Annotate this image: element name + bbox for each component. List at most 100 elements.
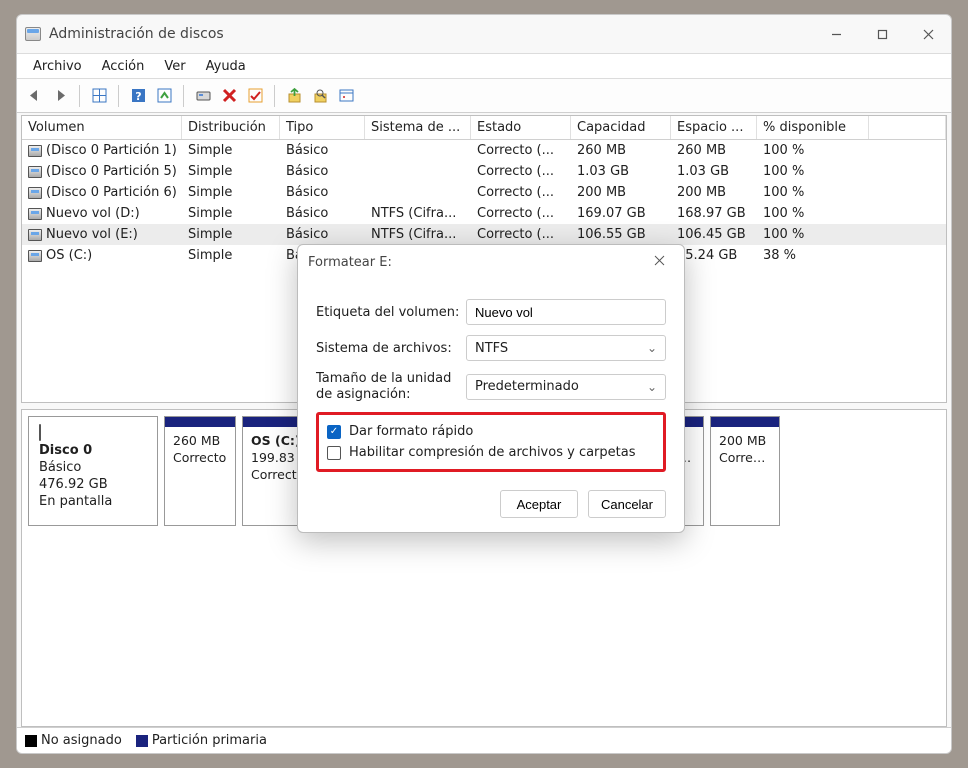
maximize-button[interactable] — [859, 15, 905, 53]
drive-icon — [28, 229, 42, 241]
volume-free: 168.97 GB — [671, 203, 757, 224]
delete-icon[interactable] — [218, 85, 240, 107]
menu-action[interactable]: Acción — [92, 56, 155, 77]
volume-fs: NTFS (Cifra... — [365, 224, 471, 245]
partition-status: Correcto — [173, 450, 227, 465]
col-pct[interactable]: % disponible — [757, 116, 869, 139]
disk-size: 476.92 GB — [39, 477, 147, 492]
checkbox-highlight-group: Dar formato rápido Habilitar compresión … — [316, 412, 666, 472]
volume-layout: Simple — [182, 224, 280, 245]
volume-row[interactable]: Nuevo vol (E:)SimpleBásicoNTFS (Cifra...… — [22, 224, 946, 245]
col-status[interactable]: Estado — [471, 116, 571, 139]
volume-name: (Disco 0 Partición 6) — [46, 185, 177, 200]
col-capacity[interactable]: Capacidad — [571, 116, 671, 139]
volume-free: 1.03 GB — [671, 161, 757, 182]
titlebar: Administración de discos — [17, 15, 951, 53]
volume-type: Básico — [280, 224, 365, 245]
volume-name: Nuevo vol (D:) — [46, 206, 140, 221]
volume-capacity: 106.55 GB — [571, 224, 671, 245]
volume-row[interactable]: Nuevo vol (D:)SimpleBásicoNTFS (Cifra...… — [22, 203, 946, 224]
menu-help[interactable]: Ayuda — [196, 56, 256, 77]
volume-layout: Simple — [182, 182, 280, 203]
disk-label[interactable]: Disco 0 Básico 476.92 GB En pantalla — [28, 416, 158, 526]
volume-free: 106.45 GB — [671, 224, 757, 245]
volume-list-header: Volumen Distribución Tipo Sistema de ...… — [22, 116, 946, 140]
partition-size: 200 MB — [719, 433, 771, 448]
col-type[interactable]: Tipo — [280, 116, 365, 139]
legend: No asignado Partición primaria — [17, 727, 951, 753]
volume-layout: Simple — [182, 140, 280, 161]
volume-status: Correcto (... — [471, 182, 571, 203]
volume-capacity: 260 MB — [571, 140, 671, 161]
menu-view[interactable]: Ver — [154, 56, 195, 77]
drive-icon — [28, 208, 42, 220]
volume-fs — [365, 182, 471, 203]
drive-icon — [28, 187, 42, 199]
close-button[interactable] — [905, 15, 951, 53]
col-volume[interactable]: Volumen — [22, 116, 182, 139]
search-icon[interactable] — [309, 85, 331, 107]
menubar: Archivo Acción Ver Ayuda — [17, 53, 951, 79]
volume-pct: 100 % — [757, 224, 869, 245]
ok-button[interactable]: Aceptar — [500, 490, 578, 518]
dialog-title: Formatear E: — [308, 255, 392, 270]
partition[interactable]: 200 MB Correcto — [710, 416, 780, 526]
volume-status: Correcto (... — [471, 161, 571, 182]
filesystem-select[interactable]: NTFS — [466, 335, 666, 361]
partition[interactable]: 260 MB Correcto — [164, 416, 236, 526]
drive-icon — [28, 145, 42, 157]
volume-pct: 100 % — [757, 203, 869, 224]
volume-name: (Disco 0 Partición 1) — [46, 143, 177, 158]
volume-name: (Disco 0 Partición 5) — [46, 164, 177, 179]
help-icon[interactable]: ? — [127, 85, 149, 107]
dialog-close-button[interactable] — [644, 255, 674, 270]
volume-pct: 100 % — [757, 161, 869, 182]
legend-unallocated: No asignado — [25, 733, 122, 748]
legend-primary: Partición primaria — [136, 733, 267, 748]
partition-size: 260 MB — [173, 433, 227, 448]
volume-free: 200 MB — [671, 182, 757, 203]
grid-icon[interactable] — [88, 85, 110, 107]
dialog-titlebar: Formatear E: — [298, 245, 684, 279]
volume-fs — [365, 161, 471, 182]
properties-icon[interactable] — [335, 85, 357, 107]
svg-text:?: ? — [135, 90, 141, 103]
volume-pct: 38 % — [757, 245, 869, 266]
col-free[interactable]: Espacio ... — [671, 116, 757, 139]
volume-type: Básico — [280, 140, 365, 161]
volume-pct: 100 % — [757, 140, 869, 161]
back-icon[interactable] — [23, 85, 45, 107]
col-fs[interactable]: Sistema de ... — [365, 116, 471, 139]
partition-status: Correcto — [719, 450, 771, 465]
filesystem-label: Sistema de archivos: — [316, 341, 466, 356]
volume-status: Correcto (... — [471, 140, 571, 161]
disk-status: En pantalla — [39, 494, 147, 509]
refresh-icon[interactable] — [153, 85, 175, 107]
volume-fs — [365, 140, 471, 161]
menu-file[interactable]: Archivo — [23, 56, 92, 77]
volume-type: Básico — [280, 182, 365, 203]
col-layout[interactable]: Distribución — [182, 116, 280, 139]
volume-fs: NTFS (Cifra... — [365, 203, 471, 224]
volume-label-label: Etiqueta del volumen: — [316, 305, 466, 320]
volume-capacity: 200 MB — [571, 182, 671, 203]
volume-row[interactable]: (Disco 0 Partición 6) SimpleBásico Correct… — [22, 182, 946, 203]
volume-layout: Simple — [182, 161, 280, 182]
enable-compression-checkbox[interactable]: Habilitar compresión de archivos y carpe… — [327, 442, 655, 463]
forward-icon[interactable] — [49, 85, 71, 107]
volume-status: Correcto (... — [471, 203, 571, 224]
cancel-button[interactable]: Cancelar — [588, 490, 666, 518]
check-icon[interactable] — [244, 85, 266, 107]
volume-label-input[interactable] — [466, 299, 666, 325]
volume-name: OS (C:) — [46, 248, 92, 263]
app-icon — [25, 27, 41, 41]
allocation-select[interactable]: Predeterminado — [466, 374, 666, 400]
quick-format-checkbox[interactable]: Dar formato rápido — [327, 421, 655, 442]
window-controls — [813, 15, 951, 53]
minimize-button[interactable] — [813, 15, 859, 53]
drive-icon[interactable] — [192, 85, 214, 107]
window-title: Administración de discos — [49, 26, 224, 42]
volume-row[interactable]: (Disco 0 Partición 1) SimpleBásico Correct… — [22, 140, 946, 161]
export-icon[interactable] — [283, 85, 305, 107]
volume-row[interactable]: (Disco 0 Partición 5)SimpleBásicoCorrect… — [22, 161, 946, 182]
